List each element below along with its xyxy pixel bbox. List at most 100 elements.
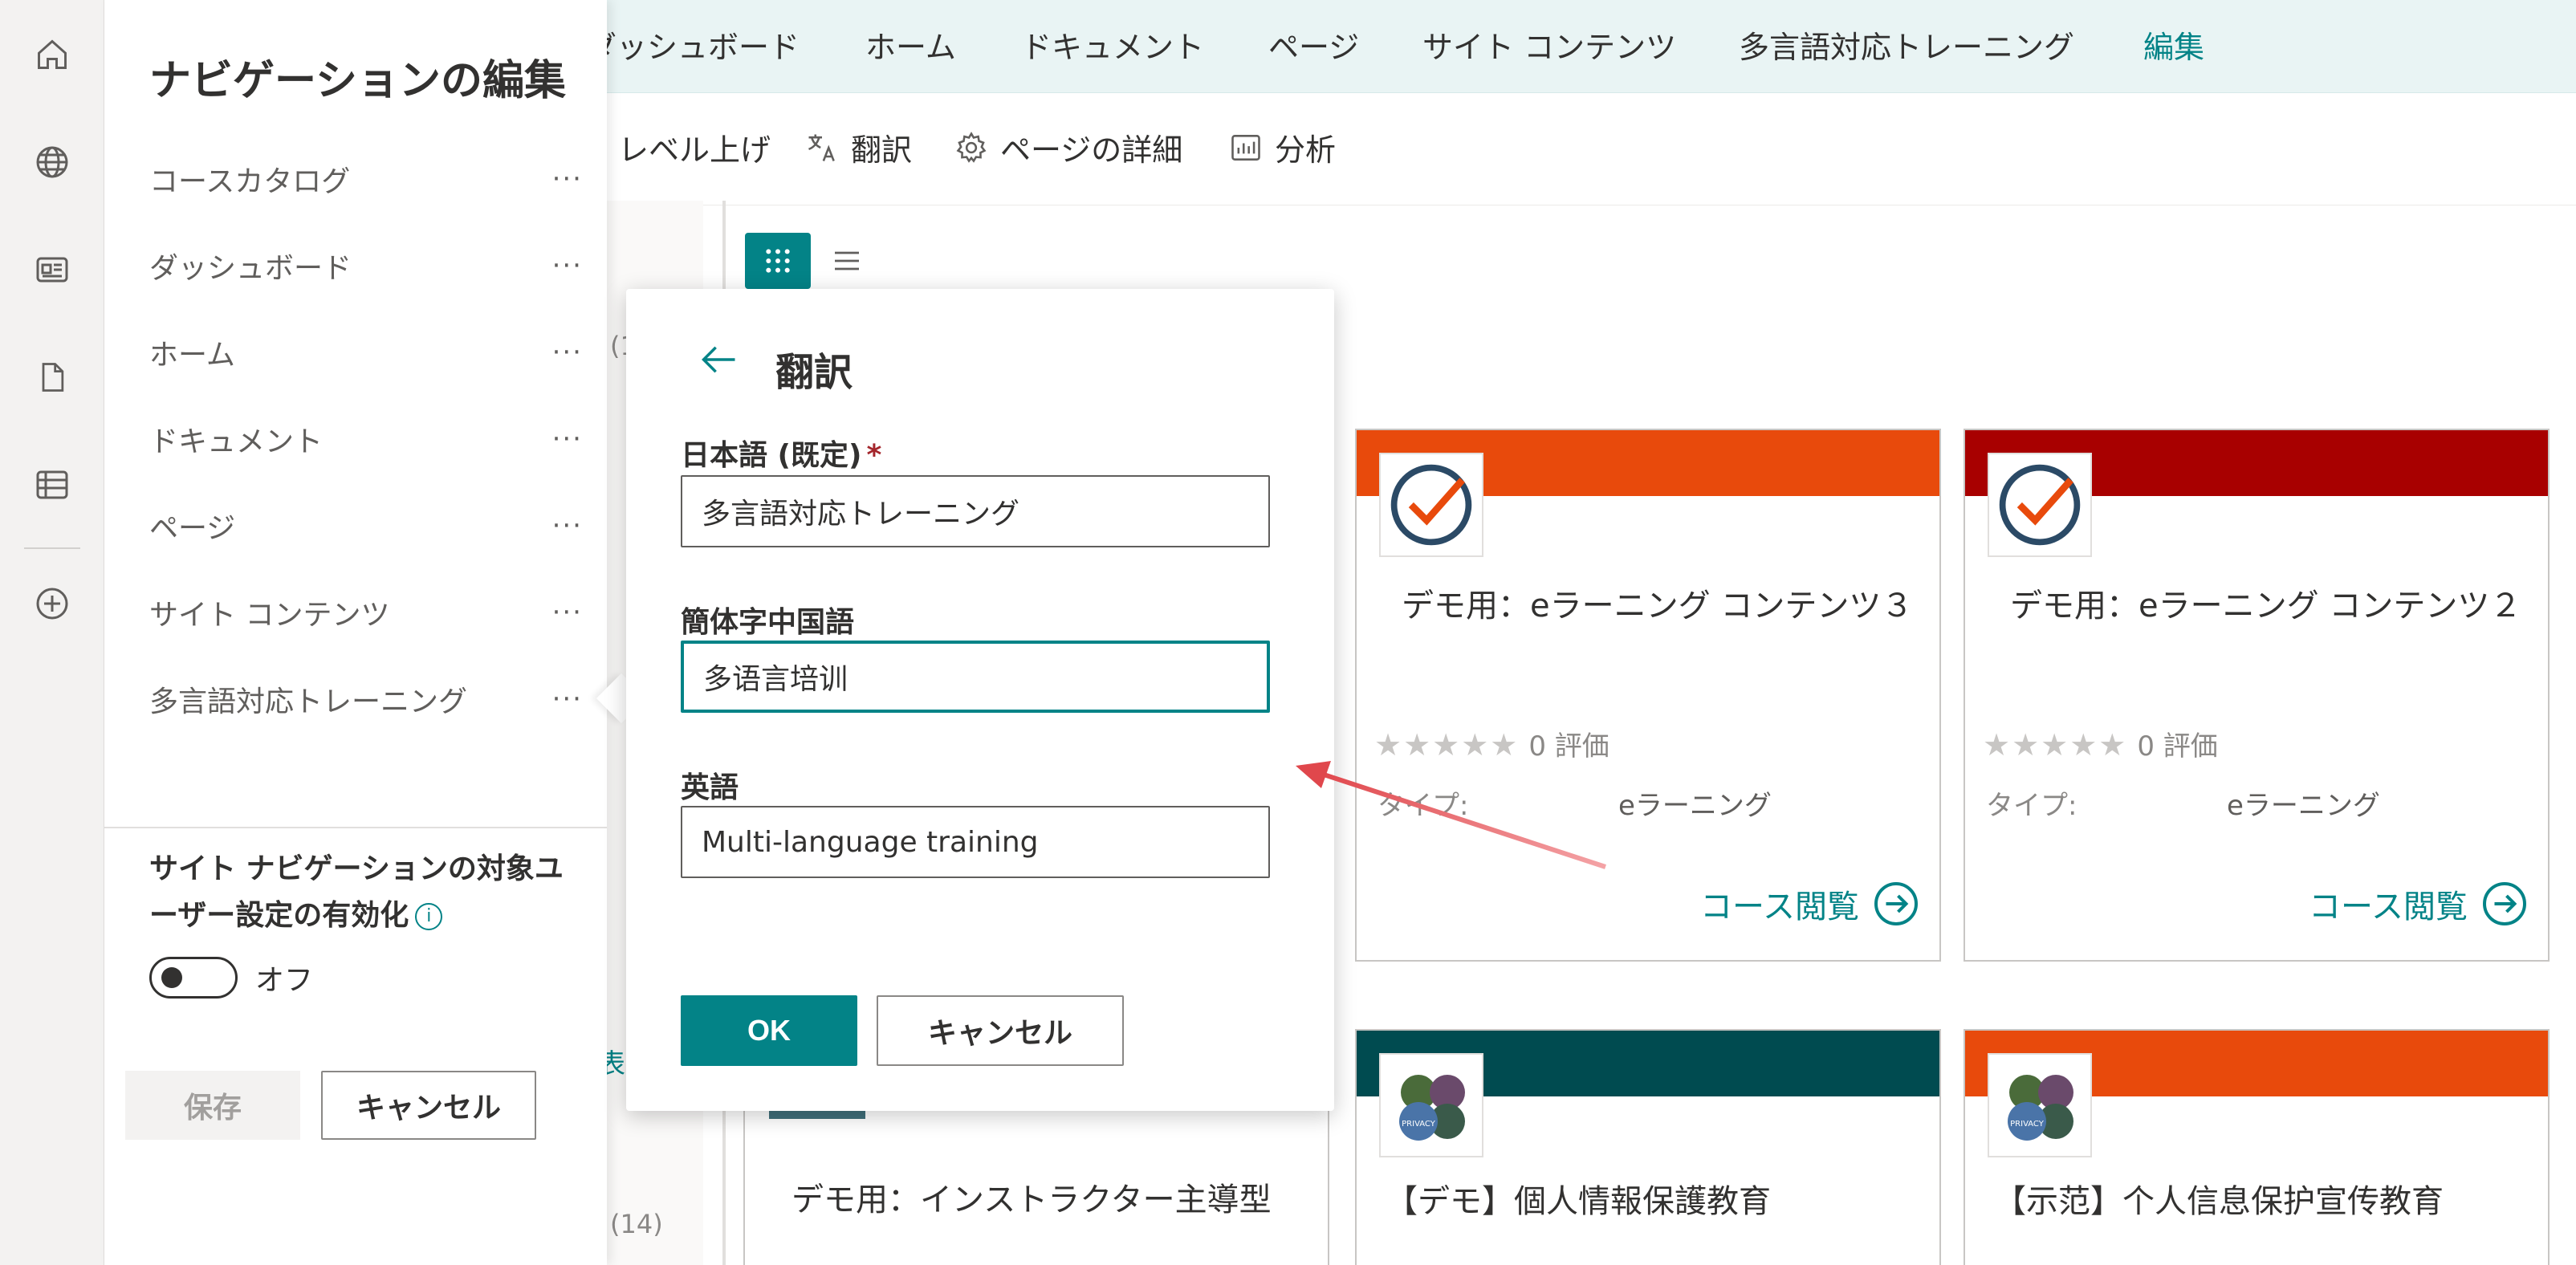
translate-button[interactable]: 翻訳 — [804, 125, 912, 169]
japanese-input[interactable] — [681, 475, 1270, 547]
nav-link-dashboard[interactable]: ダッシュボード ··· — [149, 238, 583, 294]
panel-divider — [104, 827, 607, 828]
more-options-icon[interactable]: ··· — [552, 250, 583, 282]
analytics-button[interactable]: 分析 — [1228, 125, 1336, 169]
privacy-logo-text: PRIVACY — [1402, 1120, 1436, 1129]
rating-count: 0 評価 — [2137, 730, 2218, 763]
nav-link-documents[interactable]: ドキュメント ··· — [149, 411, 583, 467]
arrow-circle-icon — [1874, 882, 1918, 925]
news-icon[interactable] — [28, 246, 76, 294]
course-card[interactable]: PRIVACY 【示范】个人信息保护宣传教育 — [1964, 1029, 2550, 1265]
course-title[interactable]: 【デモ】個人情報保護教育 — [1386, 1175, 1771, 1222]
rating: ★★★★★ 0 評価 — [1983, 724, 2218, 763]
ok-button[interactable]: OK — [681, 995, 857, 1066]
nav-multilingual-training[interactable]: 多言語対応トレーニング — [1739, 22, 2074, 67]
list-lines-icon — [835, 251, 859, 270]
back-arrow-icon — [702, 346, 735, 373]
course-card[interactable]: デモ用：eラーニング コンテンツ２ ★★★★★ 0 評価 タイプ: eラーニング … — [1964, 429, 2550, 962]
translation-dialog: 翻訳 日本語 (既定)* 簡体字中国語 英語 OK キャンセル — [626, 289, 1334, 1111]
more-options-icon[interactable]: ··· — [552, 596, 583, 628]
english-input[interactable] — [681, 806, 1270, 878]
nav-dashboard[interactable]: ダッシュボード — [586, 22, 800, 67]
browse-label: コース閲覧 — [2309, 889, 2468, 925]
nav-link-label: 多言語対応トレーニング — [149, 685, 468, 718]
nav-link-label: ドキュメント — [149, 425, 324, 458]
translate-label: 翻訳 — [851, 132, 913, 168]
filter-count-2: (14) — [610, 1209, 663, 1239]
more-options-icon[interactable]: ··· — [552, 423, 583, 455]
chinese-simplified-label: 簡体字中国語 — [681, 606, 855, 639]
course-thumbnail — [1379, 453, 1483, 557]
audience-targeting-text: サイト ナビゲーションの対象ユーザー設定の有効化 — [149, 852, 564, 932]
browse-label: コース閲覧 — [1700, 889, 1859, 925]
chinese-simplified-input[interactable] — [681, 641, 1270, 713]
analytics-label: 分析 — [1275, 132, 1337, 168]
nav-link-label: ダッシュボード — [149, 252, 352, 285]
nav-link-label: サイト コンテンツ — [149, 599, 390, 632]
type-value: eラーニング — [1618, 790, 1772, 822]
audience-targeting-label: サイト ナビゲーションの対象ユーザー設定の有効化 i — [149, 846, 583, 939]
more-options-icon[interactable]: ··· — [552, 336, 583, 368]
list-view-toggle[interactable] — [827, 241, 867, 281]
audience-targeting-toggle[interactable] — [149, 957, 238, 999]
save-button[interactable]: 保存 — [125, 1071, 300, 1140]
required-marker: * — [866, 439, 882, 472]
course-title[interactable]: 【示范】个人信息保护宣传教育 — [1994, 1175, 2444, 1222]
annotation-arrow — [1296, 761, 1606, 869]
dialog-cancel-button[interactable]: キャンセル — [877, 995, 1124, 1066]
cancel-button[interactable]: キャンセル — [321, 1071, 536, 1140]
course-card[interactable]: PRIVACY 【デモ】個人情報保護教育 — [1355, 1029, 1941, 1265]
grid-view-toggle[interactable] — [745, 233, 811, 289]
dialog-title: 翻訳 — [775, 350, 853, 395]
nav-link-label: ホーム — [149, 339, 235, 372]
translate-icon — [808, 134, 835, 161]
nav-link-course-catalog[interactable]: コースカタログ ··· — [149, 151, 583, 207]
english-label: 英語 — [681, 771, 739, 804]
nav-link-pages[interactable]: ページ ··· — [149, 498, 583, 554]
nav-pages[interactable]: ページ — [1268, 22, 1359, 67]
nav-link-multilingual-training[interactable]: 多言語対応トレーニング ··· — [149, 671, 583, 727]
arrow-circle-icon — [2483, 882, 2526, 925]
course-thumbnail — [1988, 453, 2092, 557]
app-bar — [0, 0, 104, 1265]
info-icon[interactable]: i — [415, 903, 443, 930]
course-title[interactable]: デモ用：eラーニング コンテンツ２ — [2010, 580, 2521, 626]
globe-icon[interactable] — [28, 138, 76, 186]
course-thumbnail: PRIVACY — [1379, 1053, 1483, 1157]
nav-home[interactable]: ホーム — [865, 22, 956, 67]
promote-button[interactable]: レベル上げ — [618, 125, 771, 169]
add-icon[interactable] — [28, 580, 76, 628]
nav-link-label: コースカタログ — [149, 165, 351, 198]
toggle-knob — [161, 967, 182, 988]
more-options-icon[interactable]: ··· — [552, 163, 583, 195]
type-value: eラーニング — [2227, 790, 2380, 822]
page-details-label: ページの詳細 — [1000, 132, 1183, 168]
nav-link-home[interactable]: ホーム ··· — [149, 324, 583, 380]
promote-label: レベル上げ — [618, 132, 771, 168]
back-button[interactable] — [695, 336, 743, 384]
document-icon[interactable] — [28, 353, 76, 401]
browse-course-link[interactable]: コース閲覧 — [1700, 880, 1920, 928]
panel-title: ナビゲーションの編集 — [149, 57, 566, 105]
course-title[interactable]: デモ用：インストラクター主導型 — [792, 1173, 1272, 1220]
page-details-button[interactable]: ページの詳細 — [954, 125, 1182, 169]
grid-icon — [766, 249, 790, 273]
nav-link-label: ページ — [149, 512, 236, 545]
analytics-icon — [1231, 134, 1260, 161]
more-options-icon[interactable]: ··· — [552, 510, 583, 542]
browse-course-link[interactable]: コース閲覧 — [2309, 880, 2529, 928]
app-bar-divider — [24, 547, 80, 549]
nav-site-contents[interactable]: サイト コンテンツ — [1422, 22, 1676, 67]
nav-documents[interactable]: ドキュメント — [1021, 22, 1204, 67]
course-thumbnail: PRIVACY — [1988, 1053, 2092, 1157]
type-label: タイプ: — [1986, 790, 2077, 822]
nav-link-site-contents[interactable]: サイト コンテンツ ··· — [149, 584, 583, 641]
toggle-state-label: オフ — [255, 964, 314, 997]
japanese-label-text: 日本語 (既定) — [681, 439, 862, 472]
more-options-icon[interactable]: ··· — [552, 683, 583, 715]
home-icon[interactable] — [28, 31, 76, 79]
course-title[interactable]: デモ用：eラーニング コンテンツ３ — [1402, 580, 1913, 626]
nav-edit-link[interactable]: 編集 — [2143, 22, 2204, 67]
star-icons: ★★★★★ — [1983, 727, 2128, 763]
list-icon[interactable] — [28, 461, 76, 509]
